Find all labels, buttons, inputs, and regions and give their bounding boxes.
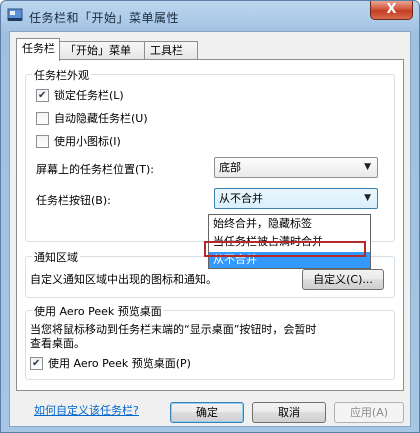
properties-window: 任务栏和「开始」菜单属性 X 任务栏 「开始」菜单 工具栏 任务栏外观 锁定任务… xyxy=(0,0,420,433)
taskbar-position-value: 底部 xyxy=(219,161,241,174)
cancel-button[interactable]: 取消 xyxy=(252,402,326,423)
lock-taskbar-option[interactable]: 锁定任务栏(L) xyxy=(36,87,124,103)
chevron-down-icon: ▼ xyxy=(364,193,371,203)
close-button[interactable]: X xyxy=(370,1,413,20)
customize-notifications-button[interactable]: 自定义(C)... xyxy=(302,269,384,290)
apply-button[interactable]: 应用(A) xyxy=(334,402,404,423)
auto-hide-option[interactable]: 自动隐藏任务栏(U) xyxy=(36,110,148,126)
small-icons-checkbox[interactable] xyxy=(36,134,49,148)
taskbar-app-icon xyxy=(7,7,23,23)
ok-button[interactable]: 确定 xyxy=(170,402,244,423)
dropdown-option-always-combine[interactable]: 始终合并，隐藏标签 xyxy=(209,216,370,232)
aero-peek-group: 使用 Aero Peek 预览桌面 当您将鼠标移动到任务栏末端的“显示桌面”按钮… xyxy=(25,303,395,380)
small-icons-option[interactable]: 使用小图标(I) xyxy=(36,133,121,149)
dialog-client-area: 任务栏 「开始」菜单 工具栏 任务栏外观 锁定任务栏(L) 自动隐藏任务栏(U)… xyxy=(9,31,411,427)
taskbar-buttons-select[interactable]: 从不合并 ▼ xyxy=(214,188,378,209)
taskbar-buttons-value: 从不合并 xyxy=(219,192,263,205)
taskbar-buttons-label: 任务栏按钮(B): xyxy=(36,194,111,207)
use-aero-peek-label: 使用 Aero Peek 预览桌面(P) xyxy=(48,357,191,370)
notification-description: 自定义通知区域中出现的图标和通知。 xyxy=(30,273,217,286)
tab-taskbar[interactable]: 任务栏 xyxy=(16,38,60,61)
tab-toolbars[interactable]: 工具栏 xyxy=(144,41,198,60)
taskbar-position-label: 屏幕上的任务栏位置(T): xyxy=(36,163,155,176)
use-aero-peek-option[interactable]: 使用 Aero Peek 预览桌面(P) xyxy=(30,355,191,371)
highlight-annotation-box xyxy=(204,241,366,257)
taskbar-position-select[interactable]: 底部 ▼ xyxy=(214,157,378,178)
appearance-group-title: 任务栏外观 xyxy=(32,67,91,83)
lock-taskbar-checkbox[interactable] xyxy=(36,88,49,102)
use-aero-peek-checkbox[interactable] xyxy=(30,356,43,370)
small-icons-label: 使用小图标(I) xyxy=(54,135,121,148)
tab-start-menu[interactable]: 「开始」菜单 xyxy=(59,41,145,60)
lock-taskbar-label: 锁定任务栏(L) xyxy=(54,89,124,102)
chevron-down-icon: ▼ xyxy=(364,162,371,172)
close-icon: X xyxy=(386,2,397,17)
window-title: 任务栏和「开始」菜单属性 xyxy=(29,11,180,25)
auto-hide-label: 自动隐藏任务栏(U) xyxy=(54,112,148,125)
aero-peek-description-line2: 查看桌面。 xyxy=(30,337,85,350)
title-bar[interactable]: 任务栏和「开始」菜单属性 X xyxy=(1,1,419,31)
notification-group-title: 通知区域 xyxy=(32,249,80,265)
customize-taskbar-help-link[interactable]: 如何自定义该任务栏? xyxy=(34,402,139,418)
auto-hide-checkbox[interactable] xyxy=(36,111,49,125)
aero-peek-group-title: 使用 Aero Peek 预览桌面 xyxy=(32,303,164,319)
